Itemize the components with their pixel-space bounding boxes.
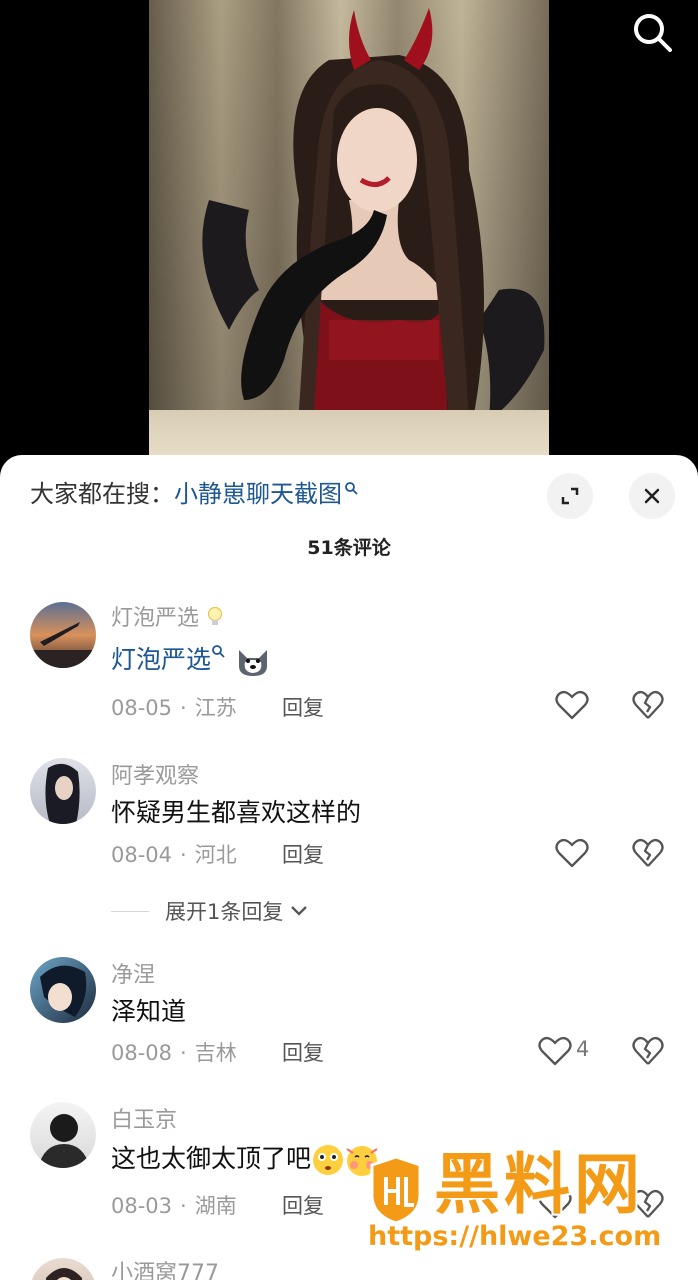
expand-divider [111, 910, 149, 912]
comment-username[interactable]: 净涅 [111, 957, 155, 989]
comment-username[interactable]: 白玉京 [111, 1102, 177, 1134]
comment-meta: 08-04 · 河北 [111, 843, 237, 867]
comment-text[interactable]: 这也太御太顶了吧 [111, 1139, 379, 1177]
watermark-url: https://hlwe23.com [368, 1221, 662, 1252]
avatar[interactable] [30, 758, 96, 824]
lightbulb-icon [207, 606, 223, 625]
watermark-title: 黑料网 [434, 1146, 644, 1223]
watermark-logo-icon [370, 1155, 422, 1225]
comment-location: 吉林 [194, 1041, 237, 1065]
like-heart-icon[interactable] [538, 1036, 572, 1066]
search-icon[interactable] [630, 10, 674, 54]
expand-button[interactable] [547, 473, 593, 519]
reply-button[interactable]: 回复 [282, 1037, 324, 1067]
flushed-emoji [313, 1145, 344, 1175]
comment-date: 08-04 [111, 843, 173, 867]
reply-button[interactable]: 回复 [282, 839, 324, 869]
avatar[interactable] [30, 1102, 96, 1168]
trending-query-link[interactable]: 小静崽聊天截图 [174, 480, 358, 508]
avatar[interactable] [30, 957, 96, 1023]
trending-prefix: 大家都在搜： [30, 480, 174, 508]
trending-query-text[interactable]: 小静崽聊天截图 [174, 480, 342, 508]
mini-search-icon [345, 482, 358, 495]
expand-replies-button[interactable]: 展开1条回复 [111, 896, 309, 926]
comment-location: 河北 [194, 843, 237, 867]
video-figure-image [202, 8, 545, 480]
comment-meta: 08-03 · 湖南 [111, 1194, 237, 1218]
dislike-broken-heart-icon[interactable] [632, 690, 664, 720]
comment-location: 江苏 [194, 696, 237, 720]
comment-meta: 08-05 · 江苏 [111, 696, 237, 720]
watermark: 黑料网 https://hlwe23.com [368, 1147, 688, 1257]
reply-button[interactable]: 回复 [282, 1190, 324, 1220]
dog-sticker-icon [238, 650, 267, 676]
comment-location: 湖南 [194, 1194, 237, 1218]
close-icon [644, 488, 660, 504]
comment-count: 51条评论 [307, 537, 391, 559]
comment-date: 08-08 [111, 1041, 173, 1065]
mini-search-icon [212, 645, 225, 658]
expand-icon [561, 487, 579, 505]
like-heart-icon[interactable] [555, 690, 589, 720]
chevron-down-icon [291, 906, 308, 916]
comment-username[interactable]: 灯泡严选 [111, 600, 224, 632]
video-player[interactable] [0, 0, 698, 480]
reply-button[interactable]: 回复 [282, 692, 324, 722]
like-count: 4 [576, 1037, 590, 1061]
dislike-broken-heart-icon[interactable] [632, 838, 664, 868]
comment-text[interactable]: 泽知道 [111, 992, 186, 1028]
video-frame [149, 0, 549, 480]
sheet-header: 大家都在搜：小静崽聊天截图 [0, 455, 698, 535]
comment-username[interactable]: 阿孝观察 [111, 758, 199, 790]
like-heart-icon[interactable] [555, 838, 589, 868]
avatar[interactable] [30, 1258, 96, 1280]
comment-text[interactable]: 怀疑男生都喜欢这样的 [111, 793, 361, 829]
close-button[interactable] [629, 473, 675, 519]
comment-username[interactable]: 小酒窝777 [111, 1255, 219, 1280]
trending-search: 大家都在搜：小静崽聊天截图 [30, 477, 358, 511]
dislike-broken-heart-icon[interactable] [632, 1036, 664, 1066]
expand-replies-label[interactable]: 展开1条回复 [165, 896, 283, 926]
comment-meta: 08-08 · 吉林 [111, 1041, 237, 1065]
avatar[interactable] [30, 602, 96, 668]
comment-date: 08-03 [111, 1194, 173, 1218]
comment-date: 08-05 [111, 696, 173, 720]
comment-text[interactable]: 灯泡严选 [111, 640, 273, 678]
